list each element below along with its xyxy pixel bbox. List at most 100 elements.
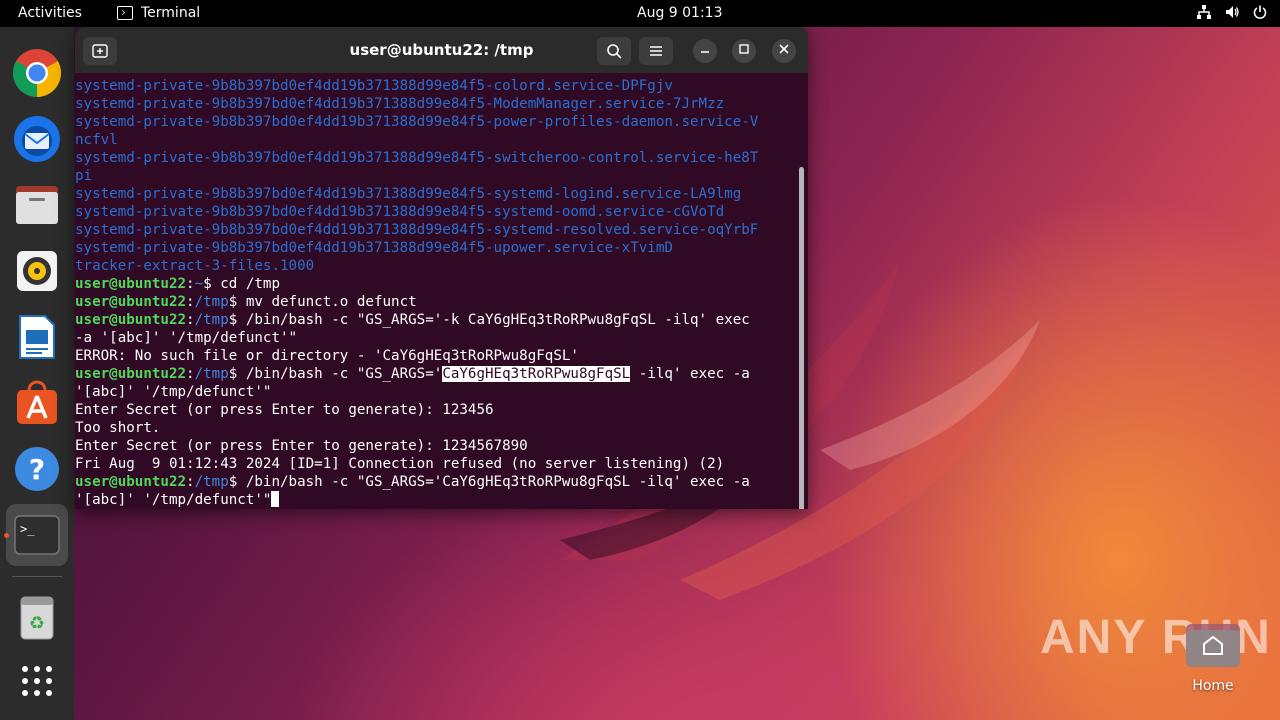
command-text: /bin/bash -c "GS_ARGS=' [237,366,443,382]
output-text: -a '[abc]' '/tmp/defunct'" [75,330,298,346]
directory-entry: systemd-private-9b8b397bd0ef4dd19b371388… [75,78,673,94]
directory-entry: pi [75,168,93,184]
close-button[interactable] [772,39,796,63]
terminal-line: Too short. [75,419,808,437]
files-icon[interactable] [11,179,63,231]
svg-text:♻: ♻ [29,613,45,634]
directory-entry: systemd-private-9b8b397bd0ef4dd19b371388… [75,186,742,202]
svg-text:?: ? [29,453,45,486]
directory-entry: tracker-extract-3-files.1000 [75,258,315,274]
home-folder-label[interactable]: Home [1178,678,1248,694]
prompt-path: /tmp [194,294,229,310]
minimize-button[interactable] [693,39,717,63]
prompt-path: /tmp [194,312,229,328]
terminal-scrollbar[interactable] [799,167,804,509]
terminal-line: user@ubuntu22:~$ cd /tmp [75,275,808,293]
directory-entry: systemd-private-9b8b397bd0ef4dd19b371388… [75,240,673,256]
terminal-output[interactable]: systemd-private-9b8b397bd0ef4dd19b371388… [75,73,808,509]
rhythmbox-icon[interactable] [11,245,63,297]
prompt-dollar: $ [203,276,212,292]
output-text: '[abc]' '/tmp/defunct'" [75,384,272,400]
prompt-path: /tmp [194,366,229,382]
app-menu[interactable]: Terminal [117,5,200,21]
system-tray[interactable] [1196,4,1268,20]
prompt-user: user@ubuntu22 [75,312,187,328]
output-text: Enter Secret (or press Enter to generate… [75,402,494,418]
menu-button[interactable] [639,37,673,65]
terminal-line: user@ubuntu22:/tmp$ /bin/bash -c "GS_ARG… [75,311,808,329]
terminal-line: Enter Secret (or press Enter to generate… [75,401,808,419]
thunderbird-icon[interactable] [11,113,63,165]
directory-entry: systemd-private-9b8b397bd0ef4dd19b371388… [75,150,759,166]
terminal-line: Enter Secret (or press Enter to generate… [75,437,808,455]
help-icon[interactable]: ? [11,443,63,495]
terminal-line: user@ubuntu22:/tmp$ /bin/bash -c "GS_ARG… [75,473,808,491]
directory-entry: systemd-private-9b8b397bd0ef4dd19b371388… [75,222,759,238]
output-text: Enter Secret (or press Enter to generate… [75,438,528,454]
hamburger-icon [650,46,662,56]
minimize-icon [701,51,709,53]
dock: ? >_ ♻ [0,27,74,720]
terminal-line: systemd-private-9b8b397bd0ef4dd19b371388… [75,203,808,221]
terminal-line: user@ubuntu22:/tmp$ mv defunct.o defunct [75,293,808,311]
prompt-path: ~ [194,276,204,292]
home-folder-icon[interactable] [1185,620,1241,668]
app-menu-label: Terminal [141,5,201,21]
command-text: -ilq' exec -a [630,366,750,382]
maximize-icon [739,44,749,54]
writer-icon[interactable] [11,311,63,363]
output-text: Fri Aug 9 01:12:43 2024 [ID=1] Connectio… [75,456,725,472]
prompt-user: user@ubuntu22 [75,294,187,310]
terminal-line: user@ubuntu22:/tmp$ /bin/bash -c "GS_ARG… [75,365,808,383]
terminal-line: ERROR: No such file or directory - 'CaY6… [75,347,808,365]
prompt-colon: : [186,312,195,328]
output-text: Too short. [75,420,161,436]
terminal-small-icon [117,6,133,20]
chrome-icon[interactable] [11,47,63,99]
terminal-line: pi [75,167,808,185]
clock[interactable]: Aug 9 01:13 [637,5,723,21]
svg-text:>_: >_ [20,522,35,536]
terminal-line: systemd-private-9b8b397bd0ef4dd19b371388… [75,185,808,203]
command-text: cd /tmp [211,276,281,292]
maximize-button[interactable] [732,39,756,63]
command-text: '[abc]' '/tmp/defunct'" [75,492,272,508]
network-icon [1196,4,1212,20]
volume-icon [1224,4,1240,20]
output-text: ERROR: No such file or directory - 'CaY6… [75,348,579,364]
terminal-line: '[abc]' '/tmp/defunct'" [75,383,808,401]
selected-text: CaY6gHEq3tRoRPwu8gFqSL [442,366,631,382]
running-indicator [4,533,9,538]
terminal-line: systemd-private-9b8b397bd0ef4dd19b371388… [75,239,808,257]
trash-icon[interactable]: ♻ [11,592,63,644]
terminal-header[interactable]: user@ubuntu22: /tmp [75,27,808,73]
command-text: mv defunct.o defunct [237,294,417,310]
terminal-line: systemd-private-9b8b397bd0ef4dd19b371388… [75,113,808,131]
prompt-user: user@ubuntu22 [75,366,187,382]
terminal-line: systemd-private-9b8b397bd0ef4dd19b371388… [75,95,808,113]
apps-grid-icon[interactable] [11,655,63,707]
terminal-icon[interactable]: >_ [6,504,68,566]
search-icon [607,44,622,59]
prompt-user: user@ubuntu22 [75,474,187,490]
terminal-line: Fri Aug 9 01:12:43 2024 [ID=1] Connectio… [75,455,808,473]
text-cursor [271,491,280,507]
prompt-user: user@ubuntu22 [75,276,187,292]
directory-entry: systemd-private-9b8b397bd0ef4dd19b371388… [75,114,759,130]
search-button[interactable] [597,37,631,65]
directory-entry: systemd-private-9b8b397bd0ef4dd19b371388… [75,204,725,220]
terminal-line: systemd-private-9b8b397bd0ef4dd19b371388… [75,149,808,167]
prompt-colon: : [186,294,195,310]
directory-entry: systemd-private-9b8b397bd0ef4dd19b371388… [75,96,725,112]
prompt-colon: : [186,366,195,382]
command-text: /bin/bash -c "GS_ARGS='-k CaY6gHEq3tRoRP… [237,312,750,328]
terminal-line: systemd-private-9b8b397bd0ef4dd19b371388… [75,221,808,239]
activities-button[interactable]: Activities [18,5,82,21]
prompt-path: /tmp [194,474,229,490]
prompt-colon: : [186,276,195,292]
close-icon [779,44,789,54]
terminal-window[interactable]: user@ubuntu22: /tmp systemd-private-9b8b… [75,27,808,509]
top-bar: Activities Terminal Aug 9 01:13 [0,0,1280,27]
terminal-line: systemd-private-9b8b397bd0ef4dd19b371388… [75,77,808,95]
app-center-icon[interactable] [11,377,63,429]
